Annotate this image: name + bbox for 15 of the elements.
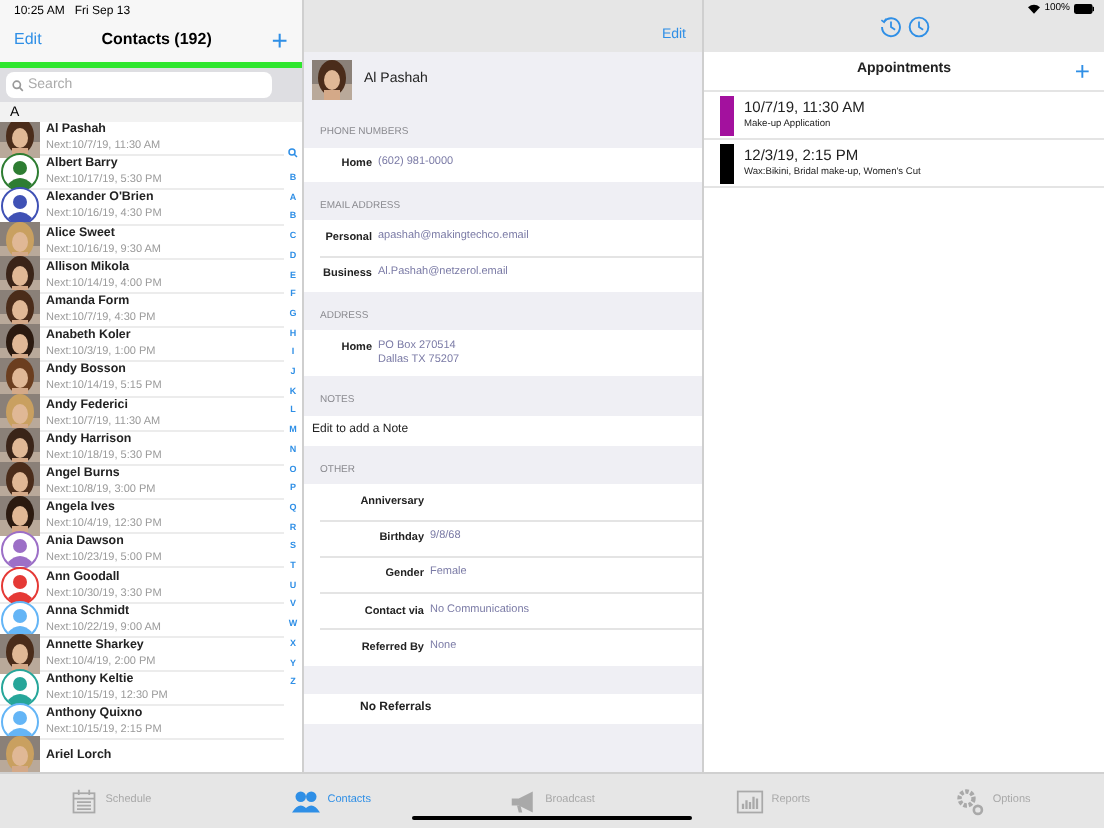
clock-icon[interactable] (907, 15, 929, 37)
battery-icon (1074, 4, 1094, 15)
people-icon (291, 787, 320, 815)
search-icon[interactable] (288, 148, 298, 158)
search-icon (12, 79, 24, 91)
clock-history-icon[interactable] (879, 15, 901, 37)
bar-chart-icon (735, 787, 764, 815)
edit-button[interactable]: Edit (14, 28, 42, 52)
calendar-icon (69, 787, 98, 815)
list-title: Contacts (192) (101, 28, 212, 52)
add-button[interactable]: + (271, 26, 288, 54)
megaphone-icon (509, 787, 538, 815)
add-button[interactable]: + (1074, 58, 1090, 84)
wifi-icon (1028, 4, 1041, 15)
gears-icon (956, 787, 985, 815)
